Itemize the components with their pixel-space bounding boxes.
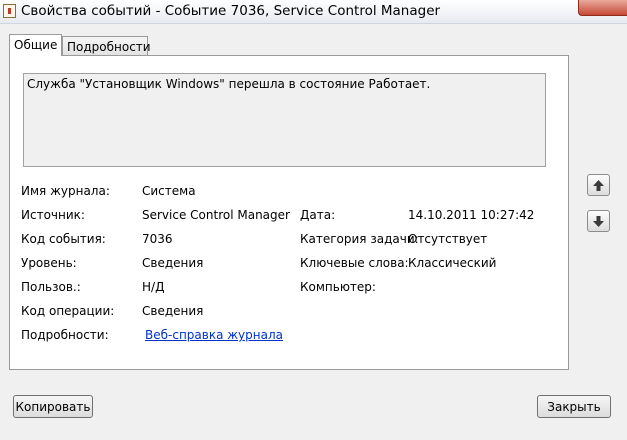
keywords-value: Классический: [408, 256, 497, 270]
event-id-label: Код события:: [21, 232, 106, 246]
user-value: Н/Д: [142, 280, 165, 294]
window-close-button[interactable]: [578, 0, 627, 16]
title-bar: Свойства событий - Событие 7036, Service…: [0, 0, 627, 24]
computer-label: Компьютер:: [300, 280, 376, 294]
previous-event-button[interactable]: [587, 174, 610, 196]
log-name-label: Имя журнала:: [21, 184, 110, 198]
source-label: Источник:: [21, 208, 85, 222]
window-title: Свойства событий - Событие 7036, Service…: [21, 3, 441, 19]
close-button[interactable]: Закрыть: [537, 395, 611, 418]
general-panel: Служба "Установщик Windows" перешла в со…: [9, 55, 569, 370]
opcode-value: Сведения: [142, 304, 204, 318]
level-value: Сведения: [142, 256, 204, 270]
arrow-down-icon: [593, 215, 604, 227]
event-id-value: 7036: [142, 232, 173, 246]
source-value: Service Control Manager: [142, 208, 290, 222]
date-label: Дата:: [300, 208, 336, 222]
close-button-label: Закрыть: [547, 399, 601, 414]
tab-details-label: Подробности: [67, 40, 151, 54]
keywords-label: Ключевые слова:: [300, 256, 409, 270]
next-event-button[interactable]: [587, 210, 610, 232]
event-description-text: Служба "Установщик Windows" перешла в со…: [27, 77, 431, 91]
copy-button-label: Копировать: [15, 399, 91, 414]
opcode-label: Код операции:: [21, 304, 115, 318]
tab-details[interactable]: Подробности: [62, 36, 151, 55]
arrow-up-icon: [593, 179, 604, 191]
tab-general-label: Общие: [14, 38, 58, 52]
tab-general[interactable]: Общие: [9, 34, 62, 56]
date-value: 14.10.2011 10:27:42: [408, 208, 535, 222]
event-properties-icon: [3, 4, 16, 18]
copy-button[interactable]: Копировать: [13, 395, 93, 418]
task-category-label: Категория задачи:: [300, 232, 419, 246]
level-label: Уровень:: [21, 256, 77, 270]
event-description[interactable]: Служба "Установщик Windows" перешла в со…: [23, 73, 546, 167]
event-log-help-link[interactable]: Веб-справка журнала: [145, 328, 283, 342]
log-name-value: Система: [142, 184, 196, 198]
task-category-value: Отсутствует: [408, 232, 488, 246]
details-label: Подробности:: [21, 328, 109, 342]
user-label: Пользов.:: [21, 280, 81, 294]
